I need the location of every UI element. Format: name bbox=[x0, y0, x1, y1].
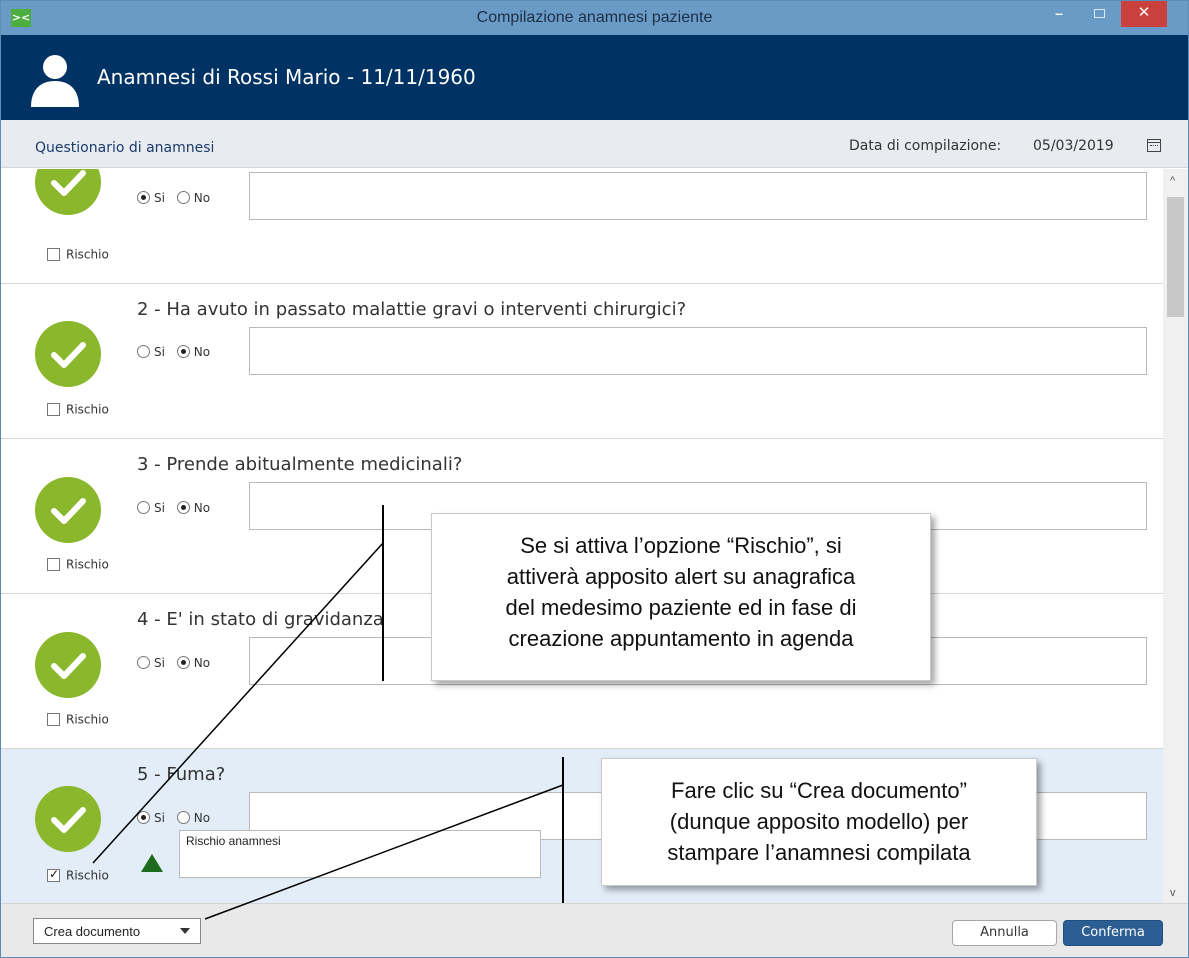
radio-no-label: No bbox=[193, 344, 211, 359]
radio-no-label: No bbox=[193, 810, 211, 825]
risk-label: Rischio bbox=[66, 868, 109, 883]
question-title: 3 - Prende abitualmente medicinali? bbox=[137, 454, 463, 475]
check-icon bbox=[35, 477, 101, 543]
risk-checkbox[interactable] bbox=[47, 867, 60, 882]
answer-radio-group: Si No bbox=[137, 655, 218, 670]
cancel-button[interactable]: Annulla bbox=[952, 920, 1057, 946]
radio-no[interactable] bbox=[176, 345, 190, 358]
answer-radio-group: Si No bbox=[137, 344, 218, 359]
section-title: Questionario di anamnesi bbox=[35, 140, 215, 156]
scroll-up-icon[interactable]: ^ bbox=[1170, 175, 1175, 187]
check-icon bbox=[35, 786, 101, 852]
title-bar: >< Compilazione anamnesi paziente – ✕ bbox=[1, 1, 1188, 35]
risk-checkbox[interactable] bbox=[47, 248, 60, 261]
answer-radio-group: Si No bbox=[137, 190, 218, 205]
chevron-down-icon bbox=[180, 928, 190, 934]
radio-si-label: Si bbox=[154, 810, 165, 825]
close-button[interactable]: ✕ bbox=[1121, 1, 1167, 27]
create-document-dropdown[interactable]: Crea documento bbox=[33, 918, 201, 944]
radio-si-label: Si bbox=[154, 190, 165, 205]
radio-no[interactable] bbox=[176, 191, 190, 204]
radio-no-label: No bbox=[193, 500, 211, 515]
question-item: Si No Rischio bbox=[1, 169, 1163, 284]
radio-no-label: No bbox=[193, 190, 211, 205]
check-icon bbox=[35, 632, 101, 698]
questionnaire-bar: Questionario di anamnesi Data di compila… bbox=[1, 120, 1188, 168]
scroll-thumb[interactable] bbox=[1167, 197, 1184, 317]
risk-checkbox-group[interactable]: Rischio bbox=[47, 402, 109, 417]
radio-no-label: No bbox=[193, 655, 211, 670]
date-value[interactable]: 05/03/2019 bbox=[1033, 138, 1114, 154]
dialog-footer: Crea documento Annulla Conferma bbox=[1, 903, 1188, 957]
radio-si[interactable] bbox=[137, 501, 150, 514]
patient-header: Anamnesi di Rossi Mario - 11/11/1960 bbox=[1, 35, 1188, 120]
risk-label: Rischio bbox=[66, 402, 109, 417]
date-label: Data di compilazione: bbox=[849, 138, 1002, 154]
minimize-button[interactable]: – bbox=[1039, 1, 1079, 27]
risk-note-textarea[interactable]: Rischio anamnesi bbox=[179, 830, 541, 878]
question-title: 5 - Fuma? bbox=[137, 764, 226, 785]
callout-text-line: del medesimo paziente ed in fase di bbox=[505, 595, 857, 620]
scroll-down-icon[interactable]: v bbox=[1170, 887, 1176, 899]
maximize-icon bbox=[1093, 9, 1105, 18]
radio-si[interactable] bbox=[137, 811, 150, 824]
radio-no[interactable] bbox=[176, 656, 190, 669]
calendar-icon[interactable] bbox=[1147, 139, 1161, 152]
radio-si-label: Si bbox=[154, 344, 165, 359]
callout-text-line: Fare clic su “Crea documento” bbox=[671, 778, 967, 803]
risk-checkbox[interactable] bbox=[47, 558, 60, 571]
callout-text-line: stampare l’anamnesi compilata bbox=[667, 840, 971, 865]
patient-title: Anamnesi di Rossi Mario - 11/11/1960 bbox=[97, 65, 476, 89]
radio-si[interactable] bbox=[137, 656, 150, 669]
callout-text-line: attiverà apposito alert su anagrafica bbox=[506, 564, 856, 589]
question-title: 4 - E' in stato di gravidanza bbox=[137, 609, 384, 630]
warning-triangle-icon bbox=[141, 854, 163, 872]
risk-checkbox[interactable] bbox=[47, 713, 60, 726]
radio-si[interactable] bbox=[137, 345, 150, 358]
dialog-window: >< Compilazione anamnesi paziente – ✕ An… bbox=[0, 0, 1189, 958]
maximize-button[interactable] bbox=[1079, 1, 1119, 27]
answer-textarea[interactable] bbox=[249, 172, 1147, 220]
radio-no[interactable] bbox=[176, 811, 190, 824]
answer-textarea[interactable] bbox=[249, 327, 1147, 375]
risk-checkbox-group[interactable]: Rischio bbox=[47, 712, 109, 727]
radio-si[interactable] bbox=[137, 191, 150, 204]
callout-risk-option: Se si attiva l’opzione “Rischio”, si att… bbox=[431, 513, 931, 681]
radio-si-label: Si bbox=[154, 500, 165, 515]
answer-radio-group: Si No bbox=[137, 500, 218, 515]
check-icon bbox=[35, 169, 101, 215]
risk-label: Rischio bbox=[66, 712, 109, 727]
vertical-scrollbar[interactable]: ^ v bbox=[1163, 169, 1188, 903]
risk-label: Rischio bbox=[66, 557, 109, 572]
callout-text-line: creazione appuntamento in agenda bbox=[508, 626, 854, 651]
risk-label: Rischio bbox=[66, 247, 109, 262]
check-icon bbox=[35, 321, 101, 387]
risk-checkbox-group[interactable]: Rischio bbox=[47, 557, 109, 572]
radio-no[interactable] bbox=[176, 501, 190, 514]
window-title: Compilazione anamnesi paziente bbox=[476, 9, 713, 26]
risk-checkbox-group[interactable]: Rischio bbox=[47, 867, 109, 883]
callout-text-line: (dunque apposito modello) per bbox=[669, 809, 969, 834]
risk-checkbox[interactable] bbox=[47, 403, 60, 416]
callout-text-line: Se si attiva l’opzione “Rischio”, si bbox=[520, 533, 842, 558]
radio-si-label: Si bbox=[154, 655, 165, 670]
person-icon bbox=[31, 55, 79, 107]
callout-create-document: Fare clic su “Crea documento” (dunque ap… bbox=[601, 758, 1037, 886]
risk-checkbox-group[interactable]: Rischio bbox=[47, 247, 109, 262]
question-item: 2 - Ha avuto in passato malattie gravi o… bbox=[1, 284, 1163, 439]
confirm-button[interactable]: Conferma bbox=[1063, 920, 1163, 946]
question-title: 2 - Ha avuto in passato malattie gravi o… bbox=[137, 299, 687, 320]
create-document-label: Crea documento bbox=[44, 924, 141, 939]
answer-radio-group: Si No bbox=[137, 810, 218, 825]
